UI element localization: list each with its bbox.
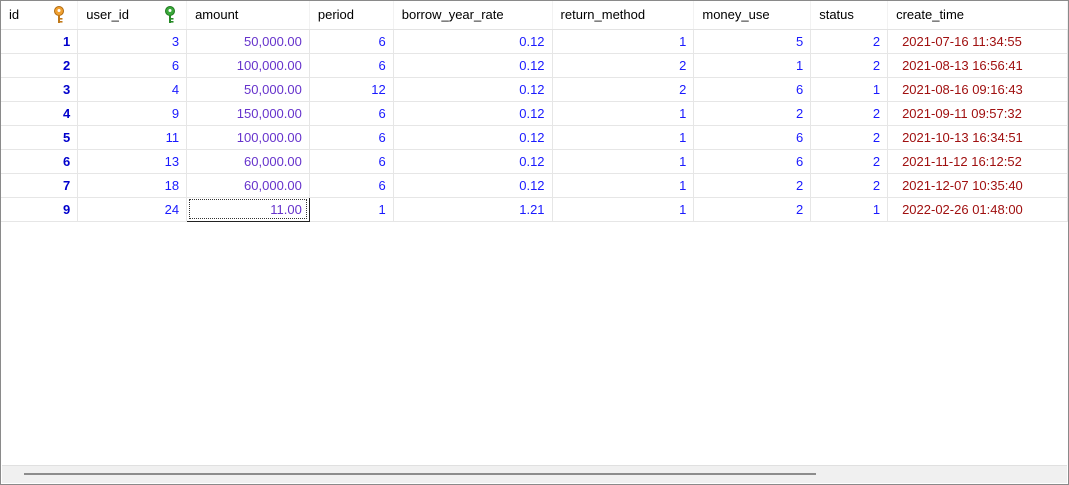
column-header-id[interactable]: id <box>1 1 79 30</box>
cell-status[interactable]: 1 <box>810 197 889 222</box>
column-header-money-use[interactable]: money_use <box>693 1 812 30</box>
cell-create-time[interactable]: 2021-10-13 16:34:51 <box>887 125 1068 150</box>
cell-period[interactable]: 6 <box>309 101 394 126</box>
cell-status[interactable]: 2 <box>810 101 889 126</box>
scrollbar-thumb[interactable] <box>24 473 816 475</box>
cell-id[interactable]: 9 <box>1 197 79 222</box>
cell-id[interactable]: 2 <box>1 53 79 78</box>
cell-id[interactable]: 5 <box>1 125 79 150</box>
cell-period[interactable]: 6 <box>309 125 394 150</box>
cell-create-time[interactable]: 2021-07-16 11:34:55 <box>887 29 1068 54</box>
cell-money-use[interactable]: 6 <box>693 125 812 150</box>
column-header-label: id <box>9 7 20 23</box>
cell-period[interactable]: 6 <box>309 29 394 54</box>
cell-user-id[interactable]: 13 <box>77 149 188 174</box>
cell-id[interactable]: 4 <box>1 101 79 126</box>
table-row[interactable]: 9 24 11.00 1 1.21 1 2 1 2022-02-26 01:48:00 <box>1 196 1068 222</box>
cell-id[interactable]: 3 <box>1 77 79 102</box>
cell-return-method[interactable]: 2 <box>552 77 695 102</box>
cell-borrow-year-rate[interactable]: 0.12 <box>393 77 553 102</box>
cell-money-use[interactable]: 6 <box>693 77 812 102</box>
cell-return-method[interactable]: 1 <box>552 173 695 198</box>
cell-money-use[interactable]: 5 <box>693 29 812 54</box>
cell-return-method[interactable]: 1 <box>552 101 695 126</box>
cell-return-method[interactable]: 1 <box>552 197 695 222</box>
cell-return-method[interactable]: 1 <box>552 125 695 150</box>
cell-return-method[interactable]: 2 <box>552 53 695 78</box>
cell-id[interactable]: 6 <box>1 149 79 174</box>
cell-money-use[interactable]: 2 <box>693 101 812 126</box>
cell-borrow-year-rate[interactable]: 0.12 <box>393 101 553 126</box>
primary-key-icon <box>54 6 64 23</box>
table-row[interactable]: 7 18 60,000.00 6 0.12 1 2 2 2021-12-07 10:35:40 <box>1 173 1068 198</box>
table-row[interactable]: 5 11 100,000.00 6 0.12 1 6 2 2021-10-13 16:34:51 <box>1 125 1068 150</box>
cell-return-method[interactable]: 1 <box>552 29 695 54</box>
column-header-amount[interactable]: amount <box>186 1 310 30</box>
column-header-create-time[interactable]: create_time <box>887 1 1068 30</box>
cell-amount[interactable]: 150,000.00 <box>186 101 310 126</box>
cell-amount[interactable]: 50,000.00 <box>186 77 310 102</box>
table-row[interactable]: 4 9 150,000.00 6 0.12 1 2 2 2021-09-11 09:57:32 <box>1 101 1068 126</box>
cell-period[interactable]: 6 <box>309 173 394 198</box>
cell-period[interactable]: 12 <box>309 77 394 102</box>
cell-money-use[interactable]: 2 <box>693 197 812 222</box>
cell-id[interactable]: 7 <box>1 173 79 198</box>
cell-amount[interactable]: 50,000.00 <box>186 29 310 54</box>
cell-return-method[interactable]: 1 <box>552 149 695 174</box>
cell-user-id[interactable]: 18 <box>77 173 188 198</box>
cell-user-id[interactable]: 4 <box>77 77 188 102</box>
column-header-borrow-year-rate[interactable]: borrow_year_rate <box>393 1 553 30</box>
cell-create-time[interactable]: 2021-11-12 16:12:52 <box>887 149 1068 174</box>
table-row[interactable]: 3 4 50,000.00 12 0.12 2 6 1 2021-08-16 09:16:43 <box>1 77 1068 102</box>
cell-user-id[interactable]: 11 <box>77 125 188 150</box>
foreign-key-icon <box>165 6 176 23</box>
cell-status[interactable]: 2 <box>810 149 889 174</box>
cell-money-use[interactable]: 1 <box>693 53 812 78</box>
cell-create-time[interactable]: 2022-02-26 01:48:00 <box>887 197 1068 222</box>
cell-create-time[interactable]: 2021-08-13 16:56:41 <box>887 53 1068 78</box>
cell-create-time[interactable]: 2021-09-11 09:57:32 <box>887 101 1068 126</box>
cell-status[interactable]: 2 <box>810 53 889 78</box>
cell-user-id[interactable]: 6 <box>77 53 188 78</box>
data-table: id user_id amount period borrow_year_rat… <box>1 1 1068 222</box>
cell-create-time[interactable]: 2021-08-16 09:16:43 <box>887 77 1068 102</box>
table-row[interactable]: 6 13 60,000.00 6 0.12 1 6 2 2021-11-12 16:12:52 <box>1 149 1068 174</box>
cell-amount[interactable]: 60,000.00 <box>186 173 310 198</box>
table-body: 1 3 50,000.00 6 0.12 1 5 2 2021-07-16 11:34:55 2 6… <box>1 29 1068 222</box>
column-header-user-id[interactable]: user_id <box>77 1 188 30</box>
cell-id[interactable]: 1 <box>1 29 79 54</box>
cell-create-time[interactable]: 2021-12-07 10:35:40 <box>887 173 1068 198</box>
cell-borrow-year-rate[interactable]: 1.21 <box>393 197 553 222</box>
cell-period[interactable]: 1 <box>309 197 394 222</box>
cell-borrow-year-rate[interactable]: 0.12 <box>393 53 553 78</box>
column-header-period[interactable]: period <box>309 1 394 30</box>
header-row: id user_id amount period borrow_year_rat… <box>1 1 1068 30</box>
table-row[interactable]: 1 3 50,000.00 6 0.12 1 5 2 2021-07-16 11:34:55 <box>1 29 1068 54</box>
cell-period[interactable]: 6 <box>309 149 394 174</box>
cell-borrow-year-rate[interactable]: 0.12 <box>393 29 553 54</box>
cell-borrow-year-rate[interactable]: 0.12 <box>393 149 553 174</box>
cell-status[interactable]: 2 <box>810 29 889 54</box>
cell-period[interactable]: 6 <box>309 53 394 78</box>
cell-money-use[interactable]: 6 <box>693 149 812 174</box>
cell-status[interactable]: 1 <box>810 77 889 102</box>
cell-amount[interactable]: 11.00 <box>186 196 310 222</box>
cell-user-id[interactable]: 3 <box>77 29 188 54</box>
cell-amount[interactable]: 100,000.00 <box>186 53 310 78</box>
cell-user-id[interactable]: 24 <box>77 197 188 222</box>
column-header-status[interactable]: status <box>810 1 889 30</box>
cell-user-id[interactable]: 9 <box>77 101 188 126</box>
cell-borrow-year-rate[interactable]: 0.12 <box>393 173 553 198</box>
horizontal-scrollbar[interactable] <box>2 465 1067 483</box>
cell-amount[interactable]: 100,000.00 <box>186 125 310 150</box>
column-header-label: user_id <box>86 7 129 23</box>
result-grid-panel: id user_id amount period borrow_year_rat… <box>0 0 1069 485</box>
cell-amount[interactable]: 60,000.00 <box>186 149 310 174</box>
cell-status[interactable]: 2 <box>810 173 889 198</box>
cell-money-use[interactable]: 2 <box>693 173 812 198</box>
cell-borrow-year-rate[interactable]: 0.12 <box>393 125 553 150</box>
column-header-return-method[interactable]: return_method <box>552 1 695 30</box>
cell-status[interactable]: 2 <box>810 125 889 150</box>
table-row[interactable]: 2 6 100,000.00 6 0.12 2 1 2 2021-08-13 16:56:41 <box>1 53 1068 78</box>
